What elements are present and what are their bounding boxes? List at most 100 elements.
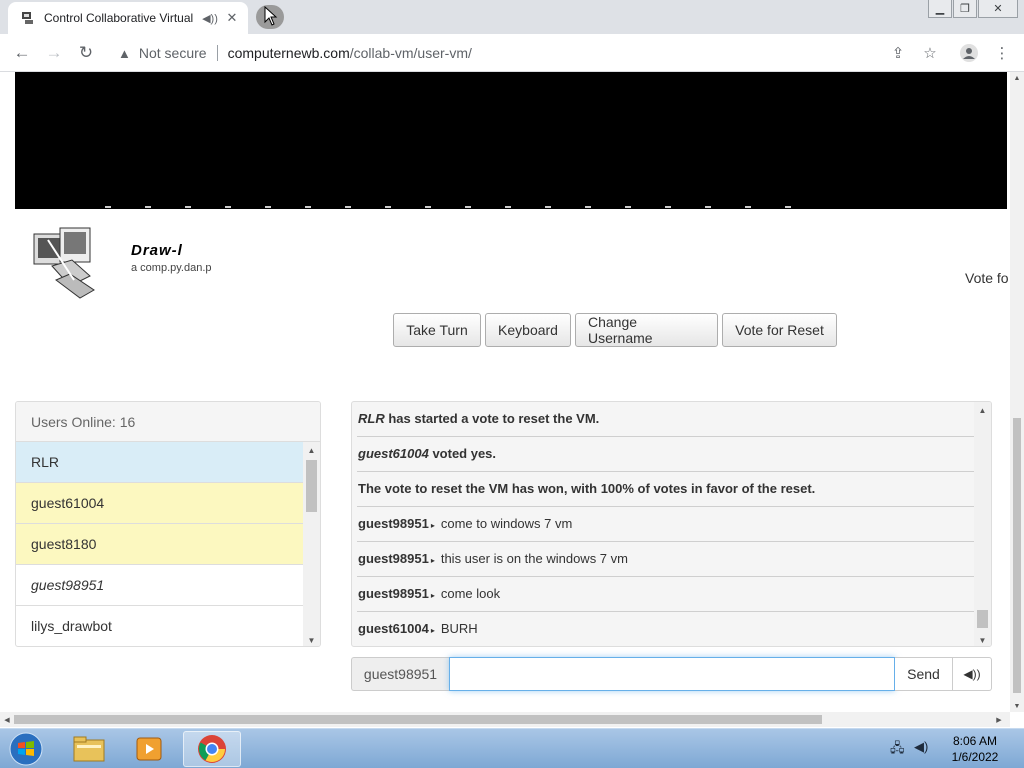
change-username-button[interactable]: Change Username [575, 313, 718, 347]
user-list-item[interactable]: RLR [16, 442, 304, 483]
chat-message: RLR has started a vote to reset the VM. [357, 402, 974, 437]
chat-arrow-icon: ▸ [430, 626, 435, 635]
tab-title: Control Collaborative Virtual [44, 11, 194, 25]
browser-toolbar: ← → ↻ ▲ Not secure computernewb.com/coll… [0, 34, 1024, 72]
scroll-up-icon[interactable]: ▲ [303, 442, 320, 458]
profile-avatar-icon[interactable] [958, 42, 980, 64]
page-horizontal-scrollbar[interactable]: ◀ ▶ [0, 712, 1010, 727]
restore-button[interactable]: ❐ [953, 0, 977, 18]
chat-message-author: guest61004 [358, 446, 429, 461]
user-list-item[interactable]: guest98951 [16, 565, 304, 606]
users-online-panel: Users Online: 16 RLR guest61004 guest8180 g… [15, 401, 321, 647]
scroll-up-icon[interactable]: ▲ [974, 402, 991, 418]
bookmark-star-icon[interactable]: ☆ [919, 42, 941, 64]
minimize-button[interactable]: ▁ [928, 0, 952, 18]
scroll-down-icon[interactable]: ▼ [1010, 700, 1024, 712]
chat-message: guest61004 voted yes. [357, 437, 974, 472]
scroll-up-icon[interactable]: ▲ [1010, 72, 1024, 84]
taskbar-media-player[interactable] [120, 731, 178, 767]
chat-message: The vote to reset the VM has won, with 1… [357, 472, 974, 507]
chat-message: guest98951 ▸ this user is on the windows 7… [357, 542, 974, 577]
scrollbar-thumb[interactable] [14, 715, 822, 724]
mouse-pointer-icon [264, 6, 278, 26]
scrollbar-thumb[interactable] [306, 460, 317, 512]
tab-close-icon[interactable]: ✕ [224, 10, 240, 26]
user-list: RLR guest61004 guest8180 guest98951 lilys_dr… [16, 442, 304, 646]
user-list-scrollbar[interactable]: ▲ ▼ [303, 442, 320, 646]
clock-date: 1/6/2022 [951, 750, 999, 764]
chat-message-author: guest98951 [358, 516, 429, 531]
system-clock[interactable]: 8:06 AM 1/6/2022 [940, 733, 1010, 765]
chat-panel: RLR has started a vote to reset the VM. g… [351, 401, 992, 647]
chat-message-author: RLR [358, 411, 385, 426]
user-list-item[interactable]: guest8180 [16, 524, 304, 565]
vm-display[interactable] [15, 72, 1007, 209]
page-vertical-scrollbar[interactable]: ▲ ▼ [1010, 72, 1024, 712]
vm-name: Draw-l [131, 242, 183, 259]
chrome-icon [198, 735, 226, 763]
taskbar-explorer[interactable] [60, 731, 118, 767]
chat-messages: RLR has started a vote to reset the VM. g… [352, 402, 974, 646]
address-bar[interactable]: ▲ Not secure computernewb.com/collab-vm/… [108, 39, 882, 67]
scroll-right-icon[interactable]: ▶ [992, 712, 1006, 727]
chat-message-text: has started a vote to reset the VM. [384, 411, 600, 426]
user-list-item[interactable]: guest61004 [16, 483, 304, 524]
volume-icon[interactable]: ◀) [914, 739, 928, 755]
scrollbar-thumb[interactable] [977, 610, 988, 628]
chat-scrollbar[interactable]: ▲ ▼ [974, 402, 991, 646]
send-button[interactable]: Send [895, 657, 953, 691]
forward-icon[interactable]: → [42, 41, 66, 65]
chat-message-author: guest98951 [358, 551, 429, 566]
keyboard-button[interactable]: Keyboard [485, 313, 571, 347]
back-icon[interactable]: ← [10, 41, 34, 65]
start-button[interactable] [6, 731, 46, 767]
vm-action-buttons: Take Turn Keyboard Change Username Vote … [393, 313, 837, 347]
url-path: /collab-vm/user-vm/ [349, 45, 472, 61]
vote-reset-button[interactable]: Vote for Reset [722, 313, 837, 347]
url-text: computernewb.com/collab-vm/user-vm/ [228, 45, 472, 61]
vm-description: a comp.py.dan.p [131, 262, 212, 274]
site-favicon-icon [20, 10, 36, 26]
menu-kebab-icon[interactable]: ⋮ [991, 42, 1013, 64]
folder-icon [73, 736, 105, 762]
speaker-icon[interactable]: ◀)) [953, 657, 992, 691]
close-window-button[interactable]: ✕ [978, 0, 1018, 18]
reload-icon[interactable]: ↻ [74, 41, 98, 65]
scrollbar-thumb[interactable] [1013, 418, 1021, 693]
chat-message-text: come to windows 7 vm [440, 516, 573, 531]
chat-message-author: guest98951 [358, 586, 429, 601]
warning-icon: ▲ [118, 45, 131, 61]
scroll-down-icon[interactable]: ▼ [974, 632, 991, 646]
scroll-down-icon[interactable]: ▼ [303, 632, 320, 646]
url-host: computernewb.com [227, 45, 350, 61]
security-label: Not secure [138, 45, 207, 61]
users-online-header: Users Online: 16 [16, 402, 320, 442]
chat-input-group: guest98951 Send ◀)) [351, 657, 992, 691]
taskbar-chrome[interactable] [183, 731, 241, 767]
vm-computer-icon [33, 227, 95, 299]
scroll-left-icon[interactable]: ◀ [0, 712, 14, 727]
chat-message: guest98951 ▸ come to windows 7 vm [357, 507, 974, 542]
chat-message-input[interactable] [449, 657, 895, 691]
vote-status: Vote fo [965, 270, 1009, 286]
chat-message-text: The vote to reset the VM has won, with 1… [358, 481, 816, 496]
windows-taskbar: 🖧 ◀) 8:06 AM 1/6/2022 [0, 728, 1024, 768]
media-player-icon [136, 737, 162, 761]
tab-audio-icon[interactable]: ◀)) [202, 12, 218, 25]
windows-logo-icon [9, 732, 43, 766]
chat-message-text: this user is on the windows 7 vm [440, 551, 628, 566]
browser-tab[interactable]: Control Collaborative Virtual ◀)) ✕ [8, 2, 248, 34]
take-turn-button[interactable]: Take Turn [393, 313, 481, 347]
network-icon[interactable]: 🖧 [890, 739, 905, 761]
vm-display-artifact [105, 206, 805, 208]
page-content: Draw-l a comp.py.dan.p Vote fo Take Turn… [0, 72, 1010, 712]
chat-message-author: guest61004 [358, 621, 429, 636]
chat-message-text: BURH [440, 621, 478, 636]
chat-arrow-icon: ▸ [430, 521, 435, 530]
chat-arrow-icon: ▸ [430, 556, 435, 565]
chat-message-text: voted yes. [428, 446, 497, 461]
chat-message: guest61004 ▸ BURH [357, 612, 974, 646]
share-icon[interactable]: ⇪ [887, 42, 909, 64]
user-list-item[interactable]: lilys_drawbot [16, 606, 304, 646]
chat-message-text: come look [440, 586, 501, 601]
